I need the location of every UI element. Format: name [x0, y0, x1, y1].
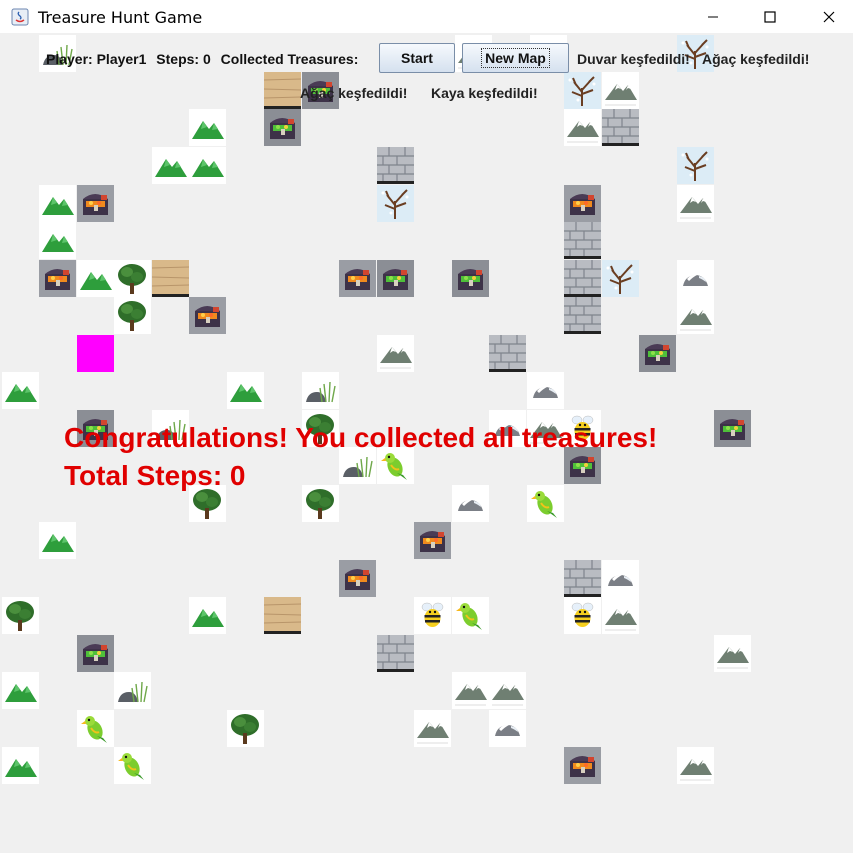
collected-label: Collected Treasures: — [220, 51, 359, 67]
snow-mountain-tile — [677, 297, 714, 334]
rock-tile — [602, 560, 639, 597]
gold-chest-tile — [339, 260, 376, 297]
total-steps-message: Total Steps: 0 — [64, 460, 246, 491]
parrot-tile — [114, 747, 151, 784]
snow-mountain-tile — [677, 747, 714, 784]
snow-mountain-tile — [714, 635, 751, 672]
snow-mountain-tile — [377, 335, 414, 372]
grass-mountain-tile — [39, 222, 76, 259]
rock-tile — [489, 710, 526, 747]
sand-tile — [152, 260, 189, 297]
maximize-button[interactable] — [747, 0, 793, 33]
rock-tile — [677, 260, 714, 297]
grass-mountain-tile — [2, 672, 39, 709]
rock-tile — [527, 372, 564, 409]
snow-tree-tile — [564, 72, 601, 109]
window-title: Treasure Hunt Game — [38, 8, 203, 27]
treasure-chest-tile — [714, 410, 751, 447]
player-marker — [77, 335, 114, 372]
grass-mountain-tile — [227, 372, 264, 409]
start-button[interactable]: Start — [379, 43, 455, 73]
brick-wall-tile — [489, 335, 526, 372]
gold-chest-tile — [77, 185, 114, 222]
grass-mountain-tile — [39, 185, 76, 222]
java-icon — [11, 8, 29, 26]
close-icon — [823, 11, 835, 22]
sand-tile — [264, 72, 301, 109]
brick-wall-tile — [564, 260, 601, 297]
new-map-button[interactable]: New Map — [462, 43, 569, 73]
treasure-chest-tile — [639, 335, 676, 372]
brick-wall-tile — [564, 297, 601, 334]
snow-mountain-tile — [414, 710, 451, 747]
title-bar: Treasure Hunt Game — [0, 0, 853, 33]
brick-wall-tile — [377, 635, 414, 672]
grass-mountain-tile — [152, 147, 189, 184]
grass-mountain-tile — [39, 522, 76, 559]
snow-tree-tile — [677, 147, 714, 184]
grass-rock-tile — [302, 372, 339, 409]
minimize-button[interactable] — [690, 0, 736, 33]
bee-tile — [414, 597, 451, 634]
new-map-label: New Map — [481, 48, 550, 68]
gold-chest-tile — [189, 297, 226, 334]
brick-wall-tile — [602, 109, 639, 146]
discovery-message: Ağaç keşfedildi! — [702, 51, 810, 67]
minimize-icon — [708, 16, 718, 17]
gold-chest-tile — [564, 747, 601, 784]
brick-wall-tile — [564, 560, 601, 597]
grass-mountain-tile — [2, 747, 39, 784]
grass-mountain-tile — [77, 260, 114, 297]
bee-tile — [564, 597, 601, 634]
player-label: Player: Player1 — [46, 51, 147, 67]
grass-rock-tile — [114, 672, 151, 709]
grass-mountain-tile — [189, 109, 226, 146]
maximize-icon — [764, 10, 776, 23]
discovery-message: Kaya keşfedildi! — [431, 85, 538, 101]
green-tree-tile — [302, 485, 339, 522]
rock-tile — [452, 485, 489, 522]
snow-mountain-tile — [602, 72, 639, 109]
treasure-chest-tile — [77, 635, 114, 672]
treasure-chest-tile — [264, 109, 301, 146]
gold-chest-tile — [39, 260, 76, 297]
grass-mountain-tile — [2, 372, 39, 409]
green-tree-tile — [2, 597, 39, 634]
discovery-message: Ağaç keşfedildi! — [300, 85, 408, 101]
steps-label: Steps: 0 — [156, 51, 211, 67]
green-tree-tile — [227, 710, 264, 747]
treasure-chest-tile — [452, 260, 489, 297]
brick-wall-tile — [564, 222, 601, 259]
parrot-tile — [527, 485, 564, 522]
snow-mountain-tile — [452, 672, 489, 709]
gold-chest-tile — [339, 560, 376, 597]
brick-wall-tile — [377, 147, 414, 184]
grass-mountain-tile — [189, 597, 226, 634]
snow-mountain-tile — [677, 185, 714, 222]
treasure-chest-tile — [377, 260, 414, 297]
close-button[interactable] — [806, 0, 852, 33]
snow-mountain-tile — [602, 597, 639, 634]
status-bar: Player: Player1 Steps: 0 Collected Treas… — [46, 51, 364, 67]
parrot-tile — [452, 597, 489, 634]
gold-chest-tile — [564, 185, 601, 222]
parrot-tile — [77, 710, 114, 747]
discovery-message: Duvar keşfedildi! — [577, 51, 690, 67]
snow-tree-tile — [602, 260, 639, 297]
sand-tile — [264, 597, 301, 634]
grass-mountain-tile — [189, 147, 226, 184]
snow-mountain-tile — [564, 109, 601, 146]
snow-mountain-tile — [489, 672, 526, 709]
green-tree-tile — [114, 297, 151, 334]
gold-chest-tile — [414, 522, 451, 559]
green-tree-tile — [114, 260, 151, 297]
snow-tree-tile — [377, 185, 414, 222]
congratulations-message: Congratulations! You collected all treas… — [64, 422, 658, 453]
